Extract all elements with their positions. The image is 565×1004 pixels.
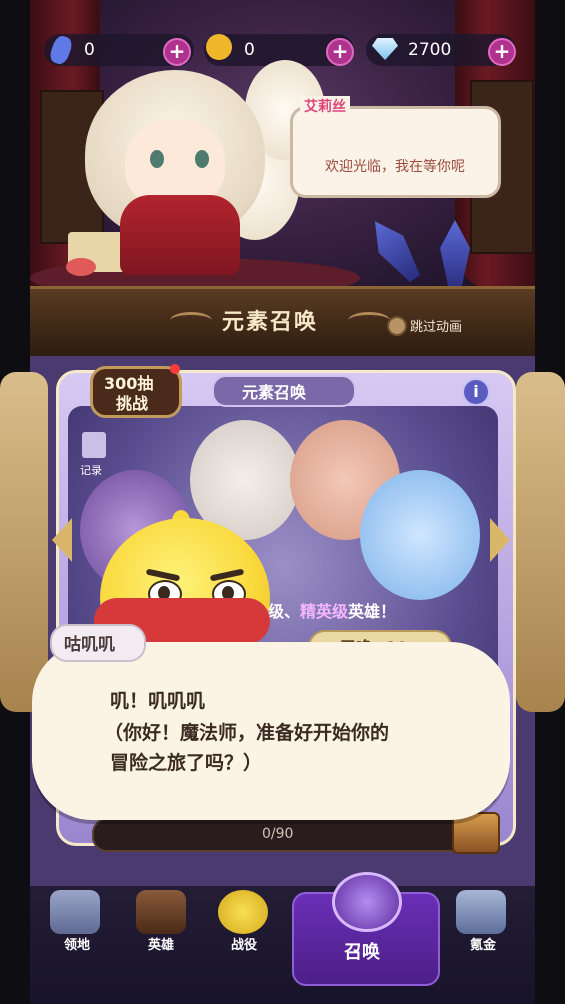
npc-greeting: 欢迎光临，我在等你呢 [325, 159, 465, 175]
notification-dot [170, 364, 180, 374]
dialog-line-3: 冒险之旅了吗？） [110, 752, 263, 774]
skip-animation-label[interactable]: 跳过动画 [410, 316, 462, 335]
ticket-icon [206, 34, 232, 60]
record-label[interactable]: 记录 [80, 462, 102, 478]
npc-name: 艾莉丝 [300, 96, 350, 116]
skip-animation-checkbox[interactable] [387, 316, 407, 336]
banner-tab-label: 元素召唤 [242, 383, 307, 402]
title-ornament-left [170, 312, 212, 329]
magic-circle-icon [332, 872, 402, 932]
title-ornament-right [348, 312, 390, 329]
book-icon[interactable] [136, 890, 186, 934]
red-pouch [66, 258, 96, 276]
treasure-icon[interactable] [456, 890, 506, 934]
npc-eye-right [195, 150, 209, 168]
nav-item-heroes[interactable]: 英雄 [148, 934, 174, 953]
npc-speech-bubble [290, 106, 501, 198]
next-arrow-icon[interactable] [490, 518, 510, 562]
npc-eye-left [150, 150, 164, 168]
game-screen: { "currency": { "item1_value": "0", "ite… [0, 0, 565, 1004]
page-title: 元素召唤 [222, 310, 319, 335]
chick-helmet-icon[interactable] [218, 890, 268, 934]
dialog-line-1: 叽！叽叽叽 [110, 690, 206, 712]
currency-1-value: 0 [84, 40, 95, 60]
add-gems-button[interactable]: + [488, 38, 516, 66]
currency-2-value: 0 [244, 40, 255, 60]
npc-girl-dress [120, 195, 240, 275]
gems-value: 2700 [408, 40, 452, 60]
hero-blue-fairy [360, 470, 480, 600]
speaker-name: 咕叽叽 [64, 635, 115, 655]
challenge-line2: 挑战 [116, 394, 149, 413]
dialog-line-2: （你好！魔法师，准备好开始你的 [104, 722, 390, 744]
nav-item-territory[interactable]: 领地 [64, 934, 90, 953]
prev-arrow-icon[interactable] [52, 518, 72, 562]
add-currency-1-button[interactable]: + [163, 38, 191, 66]
nav-item-recharge[interactable]: 氪金 [470, 934, 496, 953]
record-icon[interactable] [82, 432, 106, 458]
castle-icon[interactable] [50, 890, 100, 934]
pity-progress-text: 0/90 [262, 826, 294, 842]
next-banner-card[interactable] [516, 372, 565, 712]
nav-item-summon[interactable]: 召唤 [344, 938, 380, 964]
nav-item-campaign[interactable]: 战役 [231, 934, 257, 953]
prev-banner-card[interactable] [0, 372, 48, 712]
info-icon[interactable]: i [462, 378, 490, 406]
add-currency-2-button[interactable]: + [326, 38, 354, 66]
hero-rarity-text: 级、精英级英雄！ [268, 602, 397, 621]
